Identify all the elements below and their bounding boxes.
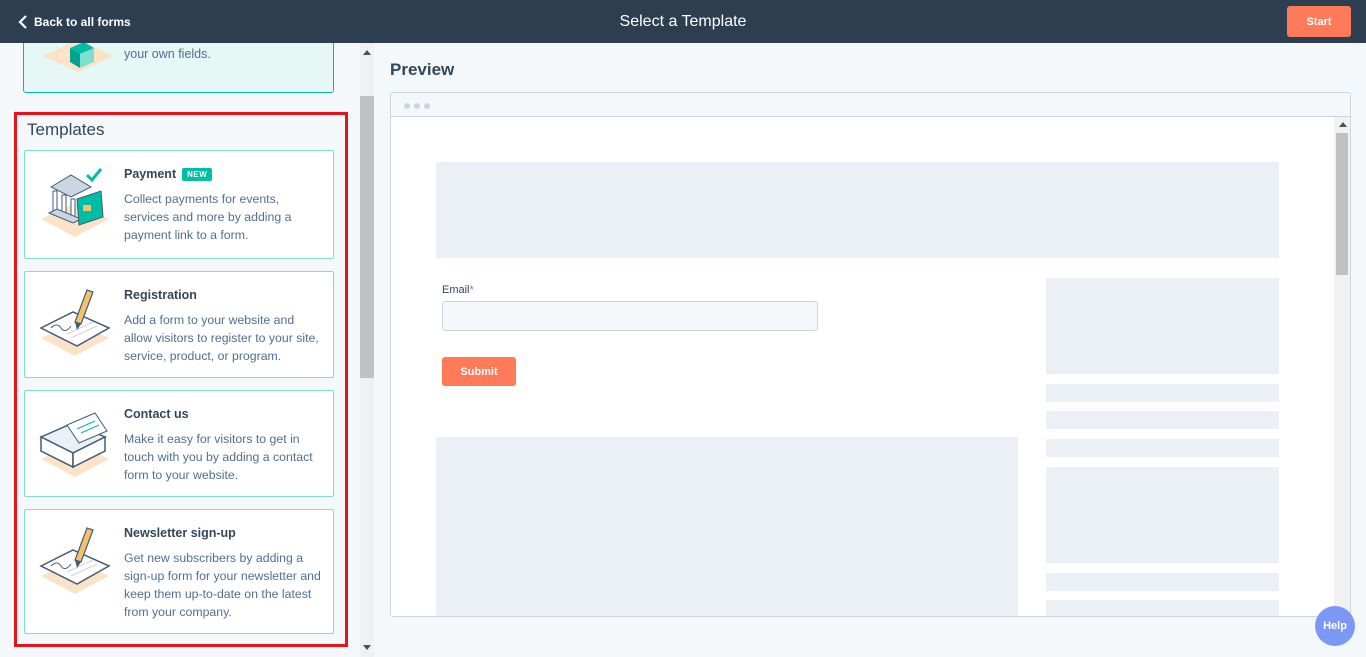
templates-section: Templates Payment NEW Collect payments f… [14, 112, 348, 647]
blank-template-description: your own fields. [124, 47, 211, 61]
help-button[interactable]: Help [1315, 606, 1355, 646]
template-card-registration[interactable]: Registration Add a form to your website … [24, 271, 334, 378]
back-to-all-forms-link[interactable]: Back to all forms [18, 13, 131, 31]
bank-card-icon [41, 168, 109, 237]
templates-heading: Templates [27, 120, 105, 139]
browser-bar [391, 93, 1350, 117]
placeholder-line [1046, 573, 1279, 591]
contact-us-title: Contact us [124, 407, 189, 421]
placeholder-block [1046, 467, 1279, 563]
template-title: Newsletter sign-up [124, 526, 236, 540]
newsletter-description: Get new subscribers by adding a sign-up … [124, 551, 321, 619]
pencil-signature-icon [39, 527, 111, 594]
template-card-payment[interactable]: Payment NEW Collect payments for events,… [24, 150, 334, 259]
template-list-scrollbar[interactable] [360, 43, 374, 657]
scroll-up-arrow-icon[interactable] [363, 50, 371, 55]
template-title: Payment NEW [124, 167, 213, 181]
placeholder-line [1046, 384, 1279, 402]
registration-description: Add a form to your website and allow vis… [124, 313, 319, 363]
template-card-newsletter-sign-up[interactable]: Newsletter sign-up Get new subscribers b… [24, 509, 334, 634]
payment-description: Collect payments for events, services an… [124, 192, 292, 242]
back-link-label: Back to all forms [34, 15, 131, 29]
preview-browser-frame: Email* Submit [390, 92, 1351, 617]
email-label-text: Email [442, 284, 470, 296]
registration-title: Registration [124, 288, 197, 302]
top-bar: Back to all forms Select a Template Star… [0, 0, 1366, 43]
chevron-left-icon [18, 15, 27, 29]
scroll-up-arrow-icon[interactable] [1339, 122, 1347, 127]
submit-button[interactable]: Submit [442, 357, 516, 386]
blank-template-card[interactable]: your own fields. [23, 43, 334, 93]
placeholder-line [1046, 600, 1279, 616]
placeholder-line [1046, 411, 1279, 429]
scroll-down-arrow-icon[interactable] [363, 645, 371, 650]
scrollbar-thumb[interactable] [360, 96, 374, 378]
template-title: Registration [124, 288, 197, 302]
new-badge: NEW [182, 167, 213, 181]
preview-scrollbar[interactable] [1334, 117, 1350, 616]
placeholder-line [1046, 439, 1279, 457]
email-field[interactable] [442, 301, 818, 331]
blank-form-illustration-icon [42, 43, 114, 72]
preview-heading: Preview [390, 60, 455, 79]
payment-title: Payment [124, 167, 177, 181]
contact-us-description: Make it easy for visitors to get in touc… [124, 432, 313, 482]
page-title: Select a Template [619, 13, 747, 30]
window-dots-icon [404, 103, 430, 109]
template-title: Contact us [124, 407, 189, 421]
required-marker: * [469, 284, 474, 296]
pencil-signature-icon [39, 289, 111, 356]
start-button[interactable]: Start [1287, 6, 1351, 37]
newsletter-title: Newsletter sign-up [124, 526, 236, 540]
template-list-panel: your own fields. Templates Payment NEW C… [0, 43, 360, 657]
template-card-contact-us[interactable]: Contact us Make it easy for visitors to … [24, 390, 334, 497]
envelope-icon [39, 412, 109, 477]
scrollbar-thumb[interactable] [1336, 133, 1348, 275]
placeholder-block [1046, 278, 1279, 374]
placeholder-banner [436, 162, 1279, 258]
email-field-label: Email* [442, 284, 474, 296]
placeholder-content [436, 437, 1018, 616]
